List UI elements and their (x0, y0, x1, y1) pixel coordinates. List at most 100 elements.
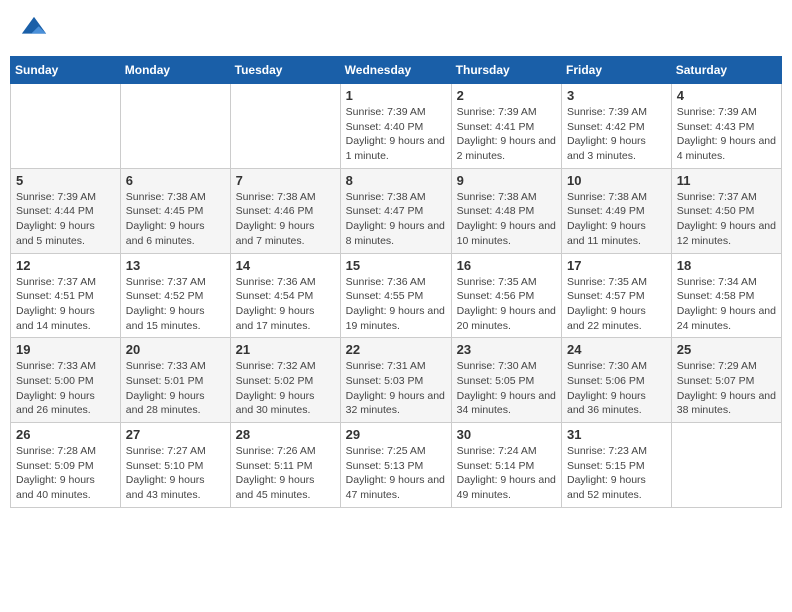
calendar-week-row: 5Sunrise: 7:39 AM Sunset: 4:44 PM Daylig… (11, 168, 782, 253)
day-number: 28 (236, 427, 335, 442)
calendar-cell (671, 423, 781, 508)
logo-icon (20, 15, 48, 43)
day-number: 2 (457, 88, 556, 103)
calendar-cell: 4Sunrise: 7:39 AM Sunset: 4:43 PM Daylig… (671, 84, 781, 169)
calendar-cell: 1 Sunrise: 7:39 AM Sunset: 4:40 PM Daylig… (340, 84, 451, 169)
calendar-cell: 31 Sunrise: 7:23 AM Sunset: 5:15 PM Dayli… (562, 423, 672, 508)
calendar-body: 1 Sunrise: 7:39 AM Sunset: 4:40 PM Daylig… (11, 84, 782, 508)
weekday-header-cell: Tuesday (230, 57, 340, 84)
weekday-header-cell: Friday (562, 57, 672, 84)
day-number: 18 (677, 258, 776, 273)
calendar-cell: 27Sunrise: 7:27 AM Sunset: 5:10 PM Dayli… (120, 423, 230, 508)
day-info: Sunrise: 7:39 AM Sunset: 4:42 PM Dayligh… (567, 105, 666, 164)
day-info: Sunrise: 7:33 AM Sunset: 5:01 PM Dayligh… (126, 359, 225, 418)
day-number: 14 (236, 258, 335, 273)
calendar-cell: 29 Sunrise: 7:25 AM Sunset: 5:13 PM Dayli… (340, 423, 451, 508)
day-info: Sunrise: 7:32 AM Sunset: 5:02 PM Dayligh… (236, 359, 335, 418)
calendar-cell: 13 Sunrise: 7:37 AM Sunset: 4:52 PM Dayli… (120, 253, 230, 338)
day-info: Sunrise: 7:38 AM Sunset: 4:49 PM Dayligh… (567, 190, 666, 249)
logo (20, 15, 50, 43)
calendar-cell: 22 Sunrise: 7:31 AM Sunset: 5:03 PM Dayli… (340, 338, 451, 423)
day-number: 8 (346, 173, 446, 188)
day-number: 19 (16, 342, 115, 357)
day-number: 30 (457, 427, 556, 442)
day-info: Sunrise: 7:29 AM Sunset: 5:07 PM Dayligh… (677, 359, 776, 418)
day-info: Sunrise: 7:39 AM Sunset: 4:40 PM Dayligh… (346, 105, 446, 164)
weekday-header-cell: Thursday (451, 57, 561, 84)
day-info: Sunrise: 7:36 AM Sunset: 4:55 PM Dayligh… (346, 275, 446, 334)
calendar-cell: 8 Sunrise: 7:38 AM Sunset: 4:47 PM Daylig… (340, 168, 451, 253)
calendar-cell: 14 Sunrise: 7:36 AM Sunset: 4:54 PM Dayli… (230, 253, 340, 338)
calendar-cell: 9 Sunrise: 7:38 AM Sunset: 4:48 PM Daylig… (451, 168, 561, 253)
day-info: Sunrise: 7:24 AM Sunset: 5:14 PM Dayligh… (457, 444, 556, 503)
day-number: 23 (457, 342, 556, 357)
day-info: Sunrise: 7:34 AM Sunset: 4:58 PM Dayligh… (677, 275, 776, 334)
page-header (10, 10, 782, 48)
calendar-cell: 21Sunrise: 7:32 AM Sunset: 5:02 PM Dayli… (230, 338, 340, 423)
day-number: 3 (567, 88, 666, 103)
weekday-header-row: SundayMondayTuesdayWednesdayThursdayFrid… (11, 57, 782, 84)
calendar-cell: 16Sunrise: 7:35 AM Sunset: 4:56 PM Dayli… (451, 253, 561, 338)
day-info: Sunrise: 7:39 AM Sunset: 4:44 PM Dayligh… (16, 190, 115, 249)
calendar-cell (120, 84, 230, 169)
day-info: Sunrise: 7:23 AM Sunset: 5:15 PM Dayligh… (567, 444, 666, 503)
calendar-cell: 20 Sunrise: 7:33 AM Sunset: 5:01 PM Dayli… (120, 338, 230, 423)
day-number: 9 (457, 173, 556, 188)
calendar-cell: 24 Sunrise: 7:30 AM Sunset: 5:06 PM Dayli… (562, 338, 672, 423)
calendar-cell: 5Sunrise: 7:39 AM Sunset: 4:44 PM Daylig… (11, 168, 121, 253)
day-number: 31 (567, 427, 666, 442)
weekday-header-cell: Sunday (11, 57, 121, 84)
day-info: Sunrise: 7:30 AM Sunset: 5:06 PM Dayligh… (567, 359, 666, 418)
calendar-cell (11, 84, 121, 169)
calendar-week-row: 19 Sunrise: 7:33 AM Sunset: 5:00 PM Dayli… (11, 338, 782, 423)
day-info: Sunrise: 7:37 AM Sunset: 4:51 PM Dayligh… (16, 275, 115, 334)
day-info: Sunrise: 7:39 AM Sunset: 4:41 PM Dayligh… (457, 105, 556, 164)
day-number: 10 (567, 173, 666, 188)
calendar-cell: 19 Sunrise: 7:33 AM Sunset: 5:00 PM Dayli… (11, 338, 121, 423)
day-number: 27 (126, 427, 225, 442)
day-info: Sunrise: 7:25 AM Sunset: 5:13 PM Dayligh… (346, 444, 446, 503)
day-info: Sunrise: 7:37 AM Sunset: 4:50 PM Dayligh… (677, 190, 776, 249)
day-number: 11 (677, 173, 776, 188)
day-number: 15 (346, 258, 446, 273)
weekday-header-cell: Wednesday (340, 57, 451, 84)
calendar-week-row: 26 Sunrise: 7:28 AM Sunset: 5:09 PM Dayli… (11, 423, 782, 508)
day-info: Sunrise: 7:28 AM Sunset: 5:09 PM Dayligh… (16, 444, 115, 503)
calendar-cell: 10 Sunrise: 7:38 AM Sunset: 4:49 PM Dayli… (562, 168, 672, 253)
day-info: Sunrise: 7:31 AM Sunset: 5:03 PM Dayligh… (346, 359, 446, 418)
day-number: 4 (677, 88, 776, 103)
calendar-week-row: 1 Sunrise: 7:39 AM Sunset: 4:40 PM Daylig… (11, 84, 782, 169)
day-number: 6 (126, 173, 225, 188)
calendar-cell: 2 Sunrise: 7:39 AM Sunset: 4:41 PM Daylig… (451, 84, 561, 169)
day-info: Sunrise: 7:36 AM Sunset: 4:54 PM Dayligh… (236, 275, 335, 334)
calendar-cell: 28Sunrise: 7:26 AM Sunset: 5:11 PM Dayli… (230, 423, 340, 508)
day-info: Sunrise: 7:35 AM Sunset: 4:57 PM Dayligh… (567, 275, 666, 334)
day-info: Sunrise: 7:38 AM Sunset: 4:45 PM Dayligh… (126, 190, 225, 249)
calendar-cell: 15 Sunrise: 7:36 AM Sunset: 4:55 PM Dayli… (340, 253, 451, 338)
day-number: 29 (346, 427, 446, 442)
calendar-table: SundayMondayTuesdayWednesdayThursdayFrid… (10, 56, 782, 508)
calendar-week-row: 12 Sunrise: 7:37 AM Sunset: 4:51 PM Dayli… (11, 253, 782, 338)
day-number: 24 (567, 342, 666, 357)
calendar-cell: 23Sunrise: 7:30 AM Sunset: 5:05 PM Dayli… (451, 338, 561, 423)
calendar-cell: 26 Sunrise: 7:28 AM Sunset: 5:09 PM Dayli… (11, 423, 121, 508)
day-info: Sunrise: 7:38 AM Sunset: 4:48 PM Dayligh… (457, 190, 556, 249)
day-number: 12 (16, 258, 115, 273)
calendar-cell: 25 Sunrise: 7:29 AM Sunset: 5:07 PM Dayli… (671, 338, 781, 423)
day-number: 25 (677, 342, 776, 357)
day-number: 7 (236, 173, 335, 188)
day-number: 22 (346, 342, 446, 357)
day-info: Sunrise: 7:37 AM Sunset: 4:52 PM Dayligh… (126, 275, 225, 334)
day-info: Sunrise: 7:33 AM Sunset: 5:00 PM Dayligh… (16, 359, 115, 418)
calendar-cell: 3 Sunrise: 7:39 AM Sunset: 4:42 PM Daylig… (562, 84, 672, 169)
day-number: 20 (126, 342, 225, 357)
day-number: 1 (346, 88, 446, 103)
day-info: Sunrise: 7:35 AM Sunset: 4:56 PM Dayligh… (457, 275, 556, 334)
day-number: 13 (126, 258, 225, 273)
day-info: Sunrise: 7:38 AM Sunset: 4:47 PM Dayligh… (346, 190, 446, 249)
calendar-cell: 18 Sunrise: 7:34 AM Sunset: 4:58 PM Dayli… (671, 253, 781, 338)
calendar-cell: 6 Sunrise: 7:38 AM Sunset: 4:45 PM Daylig… (120, 168, 230, 253)
day-number: 26 (16, 427, 115, 442)
calendar-cell (230, 84, 340, 169)
calendar-cell: 12 Sunrise: 7:37 AM Sunset: 4:51 PM Dayli… (11, 253, 121, 338)
